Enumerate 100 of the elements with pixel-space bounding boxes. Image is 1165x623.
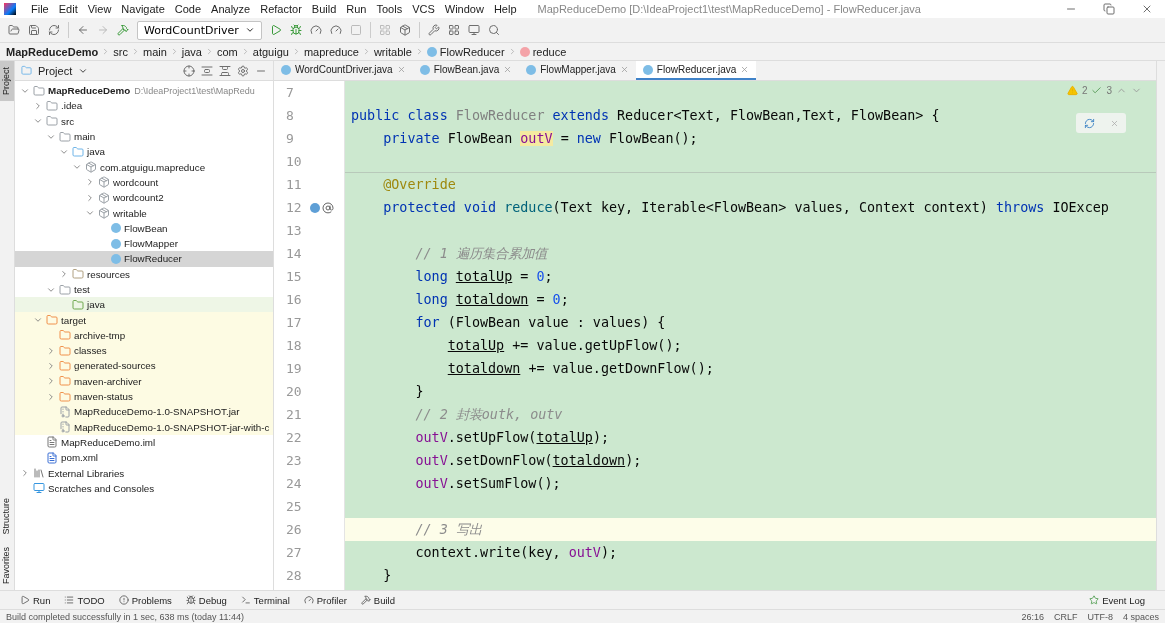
wrench-icon[interactable]	[427, 24, 440, 36]
file-encoding[interactable]: UTF-8	[1087, 611, 1113, 622]
breadcrumb[interactable]: src	[113, 45, 128, 58]
tree-item[interactable]: generated-sources	[15, 358, 273, 374]
tree-item[interactable]: test	[15, 281, 273, 298]
file-icon	[46, 436, 58, 449]
event-log-button[interactable]: Event Log	[1089, 594, 1145, 606]
back-icon[interactable]	[77, 24, 89, 36]
close-icon[interactable]	[1141, 3, 1153, 15]
tree-item[interactable]: resources	[15, 266, 273, 282]
reload-icon[interactable]	[1083, 117, 1095, 129]
hammer-icon[interactable]	[117, 24, 129, 36]
class-icon	[111, 223, 121, 234]
menu-item[interactable]: Refactor	[255, 3, 307, 15]
folder-icon	[59, 329, 71, 342]
at-sign-icon[interactable]	[322, 201, 334, 214]
menu-item[interactable]: VCS	[407, 3, 440, 15]
code-token: 0	[536, 269, 545, 284]
menu-item[interactable]: Edit	[53, 3, 83, 15]
tree-label: Scratches and Consoles	[48, 482, 155, 494]
menu-item[interactable]: View	[82, 3, 117, 15]
override-icon[interactable]	[310, 202, 320, 213]
collapse-all-icon[interactable]	[219, 64, 231, 77]
editor-tab[interactable]: WordCountDriver.java	[274, 61, 413, 80]
stop-icon[interactable]	[349, 24, 362, 36]
tree-item[interactable]: com.atguigu.mapreduce	[15, 159, 273, 175]
tree-item[interactable]: MapReduceDemo-1.0-SNAPSHOT.jar	[15, 404, 273, 420]
tree-item[interactable]: wordcount2	[15, 190, 273, 206]
panel-title[interactable]: Project	[38, 64, 73, 77]
menu-item[interactable]: Run	[341, 3, 372, 15]
forward-icon[interactable]	[97, 24, 109, 36]
breadcrumb[interactable]: atguigu	[252, 45, 289, 58]
search-icon[interactable]	[487, 24, 500, 36]
warning-icon[interactable]	[1066, 85, 1078, 96]
open-icon[interactable]	[8, 24, 20, 36]
editor-tab[interactable]: FlowReducer.java	[635, 61, 757, 80]
tree-item[interactable]: FlowReducer	[15, 251, 273, 267]
tree-item[interactable]: writable	[15, 205, 273, 221]
code-token: );	[592, 430, 609, 445]
line-separator[interactable]: CRLF	[1053, 611, 1078, 622]
debug-icon[interactable]	[289, 24, 302, 36]
run-configuration-dropdown[interactable]: WordCountDriver	[137, 20, 262, 40]
breadcrumb[interactable]: FlowReducer	[439, 45, 505, 58]
editor-tab[interactable]: FlowBean.java	[412, 61, 520, 80]
menu-item[interactable]: Help	[488, 3, 522, 15]
side-tab[interactable]: Structure	[0, 492, 14, 541]
breadcrumb[interactable]: reduce	[532, 45, 567, 58]
tree-item[interactable]: FlowBean	[15, 220, 273, 236]
editor-tab[interactable]: FlowMapper.java	[519, 61, 636, 80]
side-tab[interactable]: Favorites	[0, 541, 14, 590]
tree-item[interactable]: FlowMapper	[15, 235, 273, 252]
breadcrumb[interactable]: mapreduce	[303, 45, 359, 58]
code-token: }	[415, 384, 424, 399]
tree-item[interactable]: classes	[15, 343, 273, 359]
tool-window-button[interactable]: Profiler	[303, 594, 347, 606]
tree-item[interactable]: pom.xml	[15, 450, 273, 466]
tree-item[interactable]: java	[15, 144, 273, 160]
package-icon[interactable]	[398, 24, 411, 36]
tool-window-button[interactable]: Problems	[118, 594, 172, 606]
tree-item[interactable]: External Libraries	[15, 465, 273, 481]
tool-window-button[interactable]: Debug	[185, 594, 227, 606]
tree-item[interactable]: wordcount	[15, 174, 273, 191]
settings-icon[interactable]	[237, 64, 249, 77]
breadcrumb[interactable]: java	[181, 45, 202, 58]
menu-item[interactable]: File	[26, 3, 54, 15]
tree-item[interactable]: java	[15, 297, 273, 313]
menu-item[interactable]: Navigate	[116, 3, 170, 15]
tree-item[interactable]: Scratches and Consoles	[15, 480, 273, 496]
tree-item[interactable]: src	[15, 113, 273, 129]
menu-item[interactable]: Tools	[371, 3, 408, 15]
restore-icon[interactable]	[1103, 3, 1115, 15]
breadcrumb[interactable]: writable	[373, 45, 412, 58]
indent-setting[interactable]: 4 spaces	[1122, 611, 1159, 622]
tool-window-button[interactable]: Run	[20, 594, 51, 606]
tree-item[interactable]: target	[15, 312, 273, 328]
breadcrumb[interactable]: MapReduceDemo	[6, 45, 99, 58]
menu-item[interactable]: Analyze	[206, 3, 256, 15]
tree-item[interactable]: .idea	[15, 98, 273, 114]
tree-item[interactable]: MapReduceDemo.iml	[15, 434, 273, 451]
code-token: extends	[552, 108, 609, 123]
tree-item[interactable]: main	[15, 128, 273, 145]
tool-window-button[interactable]: Terminal	[240, 594, 290, 606]
side-tab[interactable]: Project	[0, 61, 14, 101]
breadcrumb[interactable]: com	[217, 45, 238, 58]
close-icon[interactable]	[740, 65, 750, 74]
check-icon[interactable]	[1091, 85, 1103, 96]
tree-item[interactable]: MapReduceDemo D:\IdeaProject1\test\MapRedu	[15, 83, 273, 99]
menu-item[interactable]: Build	[306, 3, 342, 15]
breadcrumb[interactable]: main	[142, 45, 167, 58]
locate-icon[interactable]	[183, 64, 195, 77]
run-icon[interactable]	[269, 24, 282, 36]
expand-all-icon[interactable]	[201, 64, 213, 77]
save-icon[interactable]	[28, 24, 40, 36]
menu-item[interactable]: Window	[439, 3, 489, 15]
caret-position[interactable]: 26:16	[1021, 611, 1044, 622]
window-icon[interactable]	[467, 24, 480, 36]
tool-window-button[interactable]: Build	[360, 594, 395, 606]
tool-window-button[interactable]: TODO	[64, 594, 105, 606]
menu-item[interactable]: Code	[169, 3, 207, 15]
sync-icon[interactable]	[48, 24, 60, 36]
